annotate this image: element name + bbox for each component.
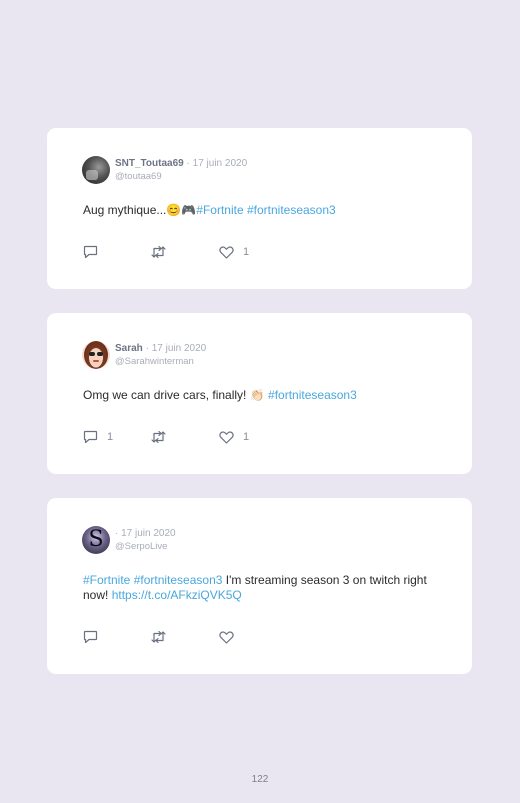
tweet-actions: 1 1 xyxy=(83,430,249,444)
reply-icon xyxy=(83,630,98,644)
avatar[interactable] xyxy=(82,341,110,369)
hashtag-link[interactable]: #Fortnite #fortniteseason3 xyxy=(83,573,222,587)
hashtag-link[interactable]: #Fortnite #fortniteseason3 xyxy=(196,203,335,217)
tweet-header: SNT_Toutaa69 · 17 juin 2020 @toutaa69 xyxy=(82,156,247,184)
user-handle[interactable]: @Sarahwinterman xyxy=(115,355,206,368)
page-number: 122 xyxy=(251,774,269,785)
reply-button[interactable]: 1 xyxy=(83,430,150,444)
tweet-card[interactable]: SNT_Toutaa69 · 17 juin 2020 @toutaa69 Au… xyxy=(47,128,472,289)
tweet-author: · 17 juin 2020 @SerpoLive xyxy=(115,527,176,553)
like-button[interactable]: 1 xyxy=(219,430,250,444)
tweet-text: #Fortnite #fortniteseason3 I'm streaming… xyxy=(83,573,446,603)
retweet-icon xyxy=(150,245,167,259)
username[interactable]: Sarah xyxy=(115,343,143,354)
user-handle[interactable]: @toutaa69 xyxy=(115,170,247,183)
tweet-text-segment: Aug mythique... xyxy=(83,203,167,217)
reply-icon xyxy=(83,245,98,259)
separator: · xyxy=(186,158,190,169)
tweet-text-segment: Omg we can drive cars, finally! xyxy=(83,388,247,402)
heart-icon xyxy=(219,430,234,444)
reply-icon xyxy=(83,430,98,444)
retweet-icon xyxy=(150,630,167,644)
like-button[interactable] xyxy=(219,630,243,644)
tweet-text: Aug mythique...😊🎮#Fortnite #fortniteseas… xyxy=(83,203,446,218)
emoji: 😊🎮 xyxy=(166,203,197,217)
retweet-button[interactable] xyxy=(150,630,219,644)
like-count: 1 xyxy=(243,246,250,258)
reply-count: 1 xyxy=(107,431,114,443)
tweet-date[interactable]: 17 juin 2020 xyxy=(152,343,207,354)
like-button[interactable]: 1 xyxy=(219,245,250,259)
username[interactable]: SNT_Toutaa69 xyxy=(115,158,184,169)
reply-button[interactable] xyxy=(83,630,150,644)
like-count: 1 xyxy=(243,431,250,443)
retweet-button[interactable] xyxy=(150,430,219,444)
tweet-actions: 1 xyxy=(83,245,249,259)
heart-icon xyxy=(219,245,234,259)
tweet-link[interactable]: https://t.co/AFkziQVK5Q xyxy=(112,588,242,602)
retweet-icon xyxy=(150,430,167,444)
avatar[interactable] xyxy=(82,156,110,184)
tweet-date[interactable]: 17 juin 2020 xyxy=(121,528,176,539)
separator: · xyxy=(115,528,119,539)
user-handle[interactable]: @SerpoLive xyxy=(115,540,176,553)
emoji: 👏🏻 xyxy=(249,388,265,402)
tweet-author: Sarah · 17 juin 2020 @Sarahwinterman xyxy=(115,342,206,368)
tweet-date[interactable]: 17 juin 2020 xyxy=(193,158,248,169)
tweet-card[interactable]: S · 17 juin 2020 @SerpoLive #Fortnite #f… xyxy=(47,498,472,674)
separator: · xyxy=(145,343,149,354)
heart-icon xyxy=(219,630,234,644)
tweet-actions xyxy=(83,630,243,644)
hashtag-link[interactable]: #fortniteseason3 xyxy=(268,388,357,402)
avatar[interactable]: S xyxy=(82,526,110,554)
retweet-button[interactable] xyxy=(150,245,219,259)
tweet-header: S · 17 juin 2020 @SerpoLive xyxy=(82,526,176,554)
tweet-author: SNT_Toutaa69 · 17 juin 2020 @toutaa69 xyxy=(115,157,247,183)
tweet-header: Sarah · 17 juin 2020 @Sarahwinterman xyxy=(82,341,206,369)
tweet-text: Omg we can drive cars, finally! 👏🏻 #fort… xyxy=(83,388,446,403)
tweet-card[interactable]: Sarah · 17 juin 2020 @Sarahwinterman Omg… xyxy=(47,313,472,474)
reply-button[interactable] xyxy=(83,245,150,259)
